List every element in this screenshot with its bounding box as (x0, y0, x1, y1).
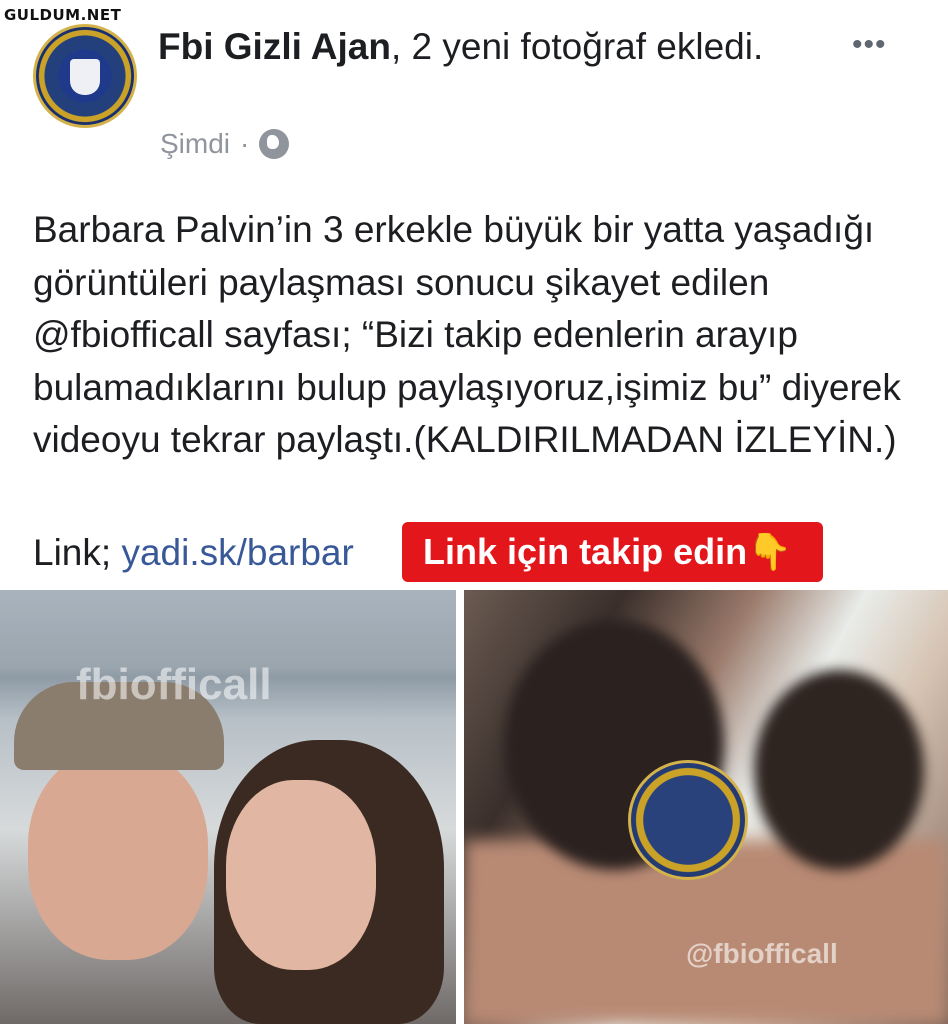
fbi-seal-icon (628, 760, 748, 880)
post-meta: Şimdi · (160, 128, 290, 160)
avatar-crest-icon (70, 59, 100, 95)
photo-person-face (226, 780, 376, 970)
photo-watermark: fbiofficall (76, 660, 272, 709)
post-timestamp[interactable]: Şimdi (160, 128, 230, 160)
follow-for-link-badge: Link için takip edin👇 (402, 522, 823, 582)
post-photo-2[interactable]: @fbiofficall (464, 590, 948, 1024)
post-link-row: Link; yadi.sk/barbar (33, 526, 354, 580)
meta-separator: · (240, 128, 250, 159)
post-body-text: Barbara Palvin’in 3 erkekle büyük bir ya… (33, 209, 901, 460)
post-photo-1[interactable]: fbiofficall (0, 590, 456, 1024)
globe-icon[interactable] (259, 129, 290, 159)
link-prefix: Link; (33, 532, 122, 573)
site-watermark: GULDUM.NET (2, 6, 124, 24)
post-header: Fbi Gizli Ajan, 2 yeni fotoğraf ekledi. (158, 20, 838, 74)
page-avatar[interactable] (33, 24, 137, 128)
author-name[interactable]: Fbi Gizli Ajan (158, 26, 391, 67)
photo-watermark: @fbiofficall (686, 938, 838, 969)
photo-person-face (28, 750, 208, 960)
post-link[interactable]: yadi.sk/barbar (121, 532, 353, 573)
post-action-text: , 2 yeni fotoğraf ekledi. (390, 26, 764, 67)
photo-blur-region (754, 670, 924, 870)
more-options-icon[interactable]: ••• (852, 28, 887, 62)
